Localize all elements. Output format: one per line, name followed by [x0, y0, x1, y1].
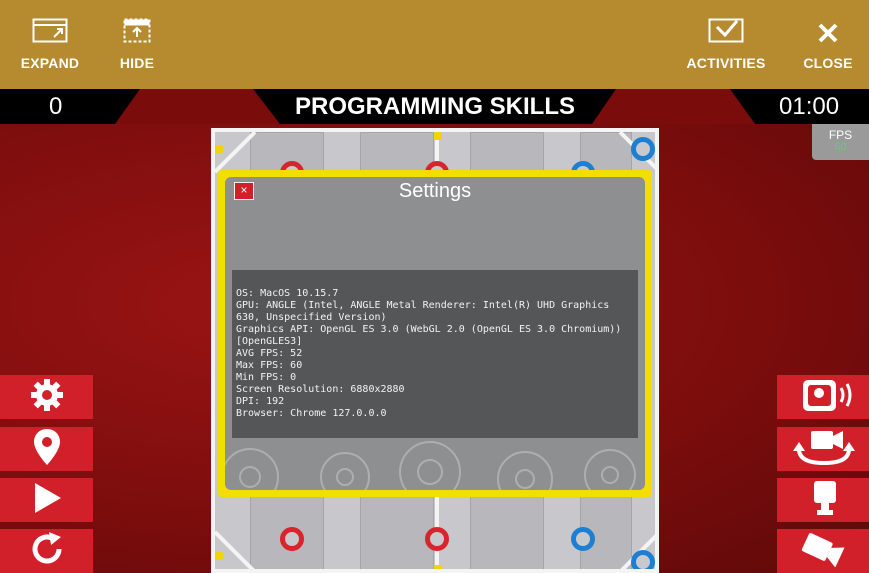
info-line: Screen Resolution: 6880x2880 — [236, 384, 405, 395]
sensor-view-button[interactable] — [777, 375, 869, 419]
timer-value: 01:00 — [779, 93, 840, 120]
info-line: DPI: 192 — [236, 396, 285, 407]
close-label: CLOSE — [803, 55, 853, 71]
rotate-camera-button[interactable] — [777, 427, 869, 471]
reset-button[interactable] — [0, 529, 93, 573]
gear-icon — [29, 377, 65, 418]
play-icon — [32, 482, 62, 519]
fps-value: 60 — [834, 141, 847, 153]
field-post — [215, 552, 223, 560]
camera-icon — [799, 531, 849, 572]
info-line: Max FPS: 60 — [236, 360, 303, 371]
red-ring — [425, 527, 449, 551]
blue-ring — [631, 137, 655, 161]
activities-button[interactable]: ACTIVITIES — [686, 0, 766, 89]
top-view-icon — [804, 478, 844, 523]
robot-sensor-icon — [789, 375, 859, 420]
rotate-camera-icon — [789, 427, 859, 472]
field-post — [434, 565, 442, 569]
expand-button[interactable]: EXPAND — [18, 0, 82, 89]
activities-icon — [708, 0, 744, 44]
info-line: Browser: Chrome 127.0.0.0 — [236, 408, 387, 419]
reset-icon — [29, 531, 65, 572]
red-ring — [280, 527, 304, 551]
play-button[interactable] — [0, 478, 93, 522]
blue-ring — [631, 550, 655, 569]
fps-panel: FPS 60 — [812, 124, 869, 160]
field-post — [215, 145, 223, 153]
camera-button[interactable] — [777, 529, 869, 573]
field-post — [434, 132, 442, 140]
close-icon — [817, 0, 839, 44]
expand-icon — [32, 0, 68, 44]
top-toolbar: EXPAND HIDE ACTIVITIES CLOSE — [0, 0, 869, 89]
info-line: AVG FPS: 52 — [236, 348, 303, 359]
system-info-panel: OS: MacOS 10.15.7 GPU: ANGLE (Intel, ANGL… — [232, 270, 638, 438]
page-title: PROGRAMMING SKILLS — [295, 92, 575, 120]
hide-label: HIDE — [119, 55, 155, 71]
expand-label: EXPAND — [20, 55, 80, 71]
top-view-button[interactable] — [777, 478, 869, 522]
settings-button[interactable] — [0, 375, 93, 419]
settings-title: Settings — [398, 180, 472, 202]
activities-label: ACTIVITIES — [686, 55, 766, 71]
info-line: OS: MacOS 10.15.7 — [236, 288, 339, 299]
fps-label: FPS — [828, 128, 853, 142]
info-line: Min FPS: 0 — [236, 372, 297, 383]
hide-icon — [123, 0, 151, 44]
info-line: GPU: ANGLE (Intel, ANGLE Metal Renderer:… — [236, 300, 616, 323]
close-button[interactable]: CLOSE — [803, 0, 853, 89]
location-pin-icon — [32, 428, 62, 471]
score-value: 0 — [49, 93, 63, 120]
settings-close-button[interactable]: × — [234, 182, 254, 200]
hide-button[interactable]: HIDE — [117, 0, 157, 89]
info-line: Graphics API: OpenGL ES 3.0 (WebGL 2.0 (… — [236, 324, 628, 347]
blue-ring — [571, 527, 595, 551]
location-button[interactable] — [0, 427, 93, 471]
